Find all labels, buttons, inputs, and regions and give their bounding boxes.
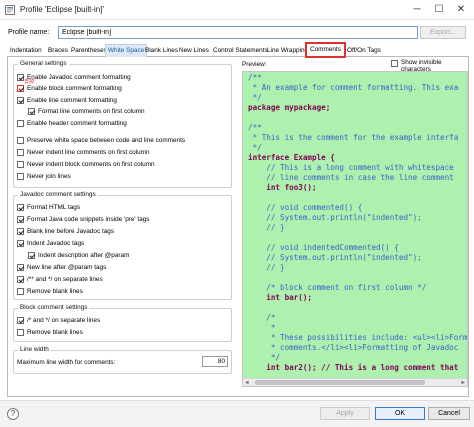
tab-off-on-tags[interactable]: Off/On Tags (347, 45, 381, 57)
code-line: // System.out.println("indented"); (248, 253, 422, 262)
scroll-left-icon[interactable]: ◀ (245, 379, 249, 386)
scrollbar-thumb[interactable] (255, 380, 425, 385)
close-icon[interactable]: ✕ (450, 0, 472, 20)
line-width-title: Line width (18, 346, 51, 353)
code-line: int bar2(); // This is a long comment th… (248, 363, 459, 372)
tab-indentation[interactable]: Indentation (10, 45, 42, 57)
code-line: * (248, 323, 276, 332)
checkbox[interactable] (17, 149, 24, 156)
profile-name-row: Profile name: Export... (8, 26, 466, 40)
help-icon[interactable]: ? (7, 408, 19, 420)
code-line: package mypackage; (248, 103, 331, 112)
code-line: int bar(); (248, 293, 313, 302)
dialog-button-bar: ? Apply OK Cancel (0, 400, 474, 427)
show-invisible-characters-option[interactable]: Show invisible characters (391, 59, 471, 73)
checkbox[interactable] (17, 204, 24, 211)
comments-tab-panel: General settings Enable Javadoc comment … (7, 57, 469, 397)
window-title: Profile 'Eclipse [built-in]' (20, 5, 104, 14)
checkbox[interactable] (391, 60, 398, 67)
cancel-button[interactable]: Cancel (428, 407, 470, 420)
preview-code-area[interactable]: /** * An example for comment formatting.… (242, 71, 468, 387)
settings-column: General settings Enable Javadoc comment … (8, 57, 237, 389)
javadoc-settings-group: Javadoc comment settings Format HTML tag… (13, 191, 232, 300)
code-line: * This is the comment for the example in… (248, 133, 459, 142)
code-line: // void indentedCommented() { (248, 243, 399, 252)
title-bar: Profile 'Eclipse [built-in]' ─ ☐ ✕ (0, 0, 474, 20)
checkbox[interactable] (17, 85, 24, 92)
minimize-icon[interactable]: ─ (406, 0, 428, 20)
code-line: // } (248, 263, 285, 272)
scroll-right-icon[interactable]: ▶ (461, 379, 465, 386)
maximize-icon[interactable]: ☐ (428, 0, 450, 20)
tab-bar: Indentation Braces Parentheses White Spa… (7, 42, 469, 58)
general-settings-group: General settings Enable Javadoc comment … (13, 60, 232, 188)
code-line: /** (248, 73, 262, 82)
line-width-group: Line width Maximum line width for commen… (13, 346, 232, 374)
tab-new-lines[interactable]: New Lines (179, 45, 209, 57)
code-line: int foo3(); (248, 183, 317, 192)
max-line-width-label: Maximum line width for comments: (17, 359, 116, 366)
checkbox[interactable] (28, 252, 35, 259)
code-line: // void commented() { (248, 203, 363, 212)
code-line: interface Example { (248, 153, 335, 162)
javadoc-settings-title: Javadoc comment settings (18, 191, 98, 198)
code-line: /* (248, 313, 276, 322)
checkbox[interactable] (17, 240, 24, 247)
code-line: // System.out.println("indented"); (248, 213, 422, 222)
checkbox[interactable] (28, 108, 35, 115)
checkbox[interactable] (17, 276, 24, 283)
profile-name-label: Profile name: (8, 29, 50, 36)
tab-blank-lines[interactable]: Blank Lines (145, 45, 178, 57)
code-line: * These possibilities include: <ul><li>F… (248, 333, 468, 342)
checkbox[interactable] (17, 173, 24, 180)
checkbox[interactable] (17, 137, 24, 144)
max-line-width-input[interactable] (202, 356, 228, 367)
preview-horizontal-scrollbar[interactable]: ◀ ▶ (243, 378, 467, 386)
code-line: // This is a long comment with whitespac… (248, 163, 454, 172)
checkbox[interactable] (17, 120, 24, 127)
tab-comments[interactable]: Comments (305, 42, 346, 58)
tab-braces[interactable]: Braces (48, 45, 68, 57)
checkbox[interactable] (17, 97, 24, 104)
code-line: /** (248, 123, 262, 132)
block-comment-settings-title: Block comment settings (18, 304, 90, 311)
code-line: * comments.</li><li>Formatting of Javado… (248, 343, 459, 352)
export-button[interactable]: Export... (420, 26, 466, 39)
checkbox[interactable] (17, 74, 24, 81)
annotation-label: 去掉 (24, 79, 35, 85)
tab-parentheses[interactable]: Parentheses (71, 45, 107, 57)
checkbox[interactable] (17, 317, 24, 324)
preview-column: Preview: Show invisible characters /** *… (242, 57, 468, 389)
checkbox[interactable] (17, 329, 24, 336)
checkbox[interactable] (17, 288, 24, 295)
profile-name-input[interactable] (58, 26, 418, 39)
tab-control-statements[interactable]: Control Statements (213, 45, 268, 57)
eclipse-app-icon (5, 5, 15, 15)
code-line: // } (248, 223, 285, 232)
checkbox[interactable] (17, 216, 24, 223)
tab-white-space[interactable]: White Space (105, 44, 148, 57)
checkbox[interactable] (17, 161, 24, 168)
code-line: * An example for comment formatting. Thi… (248, 83, 459, 92)
ok-button[interactable]: OK (375, 407, 425, 420)
code-line: // line comments in case the line commen… (248, 173, 454, 182)
checkbox[interactable] (17, 228, 24, 235)
tab-line-wrapping[interactable]: Line Wrapping (267, 45, 308, 57)
apply-button[interactable]: Apply (320, 407, 370, 420)
block-comment-settings-group: Block comment settings /* and */ on sepa… (13, 304, 232, 342)
preview-label: Preview: (242, 61, 267, 68)
checkbox[interactable] (17, 264, 24, 271)
code-line: */ (248, 143, 262, 152)
code-line: /* block comment on first column */ (248, 283, 427, 292)
code-line: */ (248, 353, 281, 362)
code-line: */ (248, 93, 262, 102)
general-settings-title: General settings (18, 60, 69, 67)
